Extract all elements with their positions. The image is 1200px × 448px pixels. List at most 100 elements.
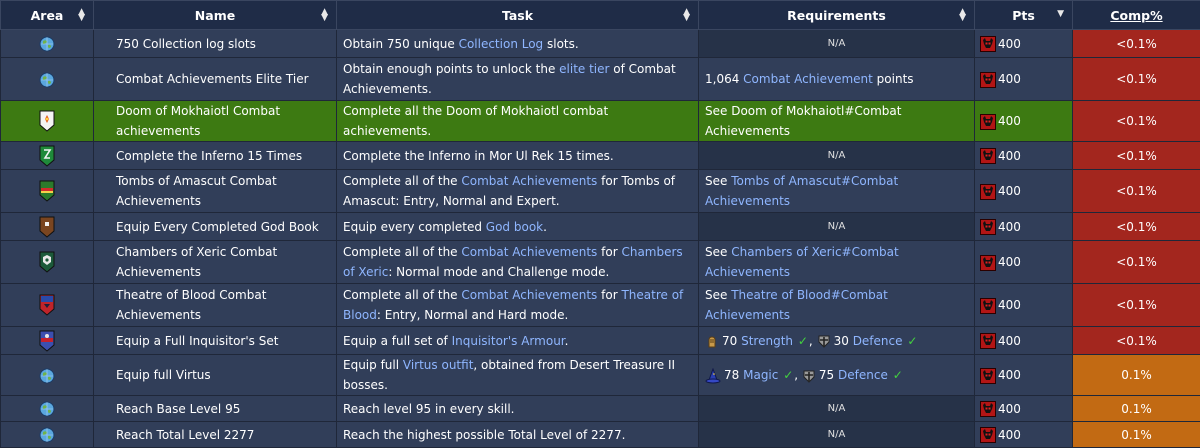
task-text: : Entry, Normal and Hard mode. [377, 308, 568, 322]
check-icon: ✓ [893, 368, 903, 382]
task-link[interactable]: Combat Achievements [461, 245, 597, 259]
requirements-header-label: Requirements [787, 8, 886, 23]
skill-link[interactable]: Defence [838, 368, 888, 382]
task-link[interactable]: Combat Achievements [461, 174, 597, 188]
strength-icon [705, 334, 719, 348]
misthalin-shield-icon[interactable] [39, 216, 55, 238]
points-cell: 400 [975, 284, 1073, 327]
requirement-text: See [705, 174, 731, 188]
points-value: 400 [998, 298, 1021, 312]
task-header-label: Task [502, 8, 533, 23]
morytania-shield-icon[interactable] [39, 294, 55, 316]
points-cell: 400 [975, 30, 1073, 58]
task-link[interactable]: Inquisitor's Armour [452, 334, 565, 348]
kourend-shield-icon[interactable] [39, 251, 55, 273]
globe-icon[interactable] [39, 427, 55, 443]
points-value: 400 [998, 402, 1021, 416]
points-cell: 400 [975, 422, 1073, 448]
requirement-text: See [705, 245, 731, 259]
requirement-text: See [705, 288, 731, 302]
karamja-shield-icon[interactable] [39, 145, 55, 167]
points-cell: 400 [975, 142, 1073, 170]
points-value: 400 [998, 255, 1021, 269]
skill-separator: , [809, 334, 813, 348]
area-cell [1, 422, 94, 448]
check-icon: ✓ [907, 334, 917, 348]
globe-icon[interactable] [39, 36, 55, 52]
points-value: 400 [998, 428, 1021, 442]
name-header-label: Name [195, 8, 235, 23]
demon-points-icon [980, 255, 996, 271]
requirement-text: See Doom of Mokhaiotl#Combat Achievement… [705, 104, 901, 138]
task-name-cell: Chambers of Xeric Combat Achievements [94, 241, 337, 284]
skill-link[interactable]: Magic [743, 368, 778, 382]
task-text: . [565, 334, 569, 348]
points-cell: 400 [975, 58, 1073, 101]
task-text: Complete all of the [343, 245, 461, 259]
task-description-cell: Reach the highest possible Total Level o… [337, 422, 699, 448]
points-cell: 400 [975, 355, 1073, 396]
task-name-cell: Equip full Virtus [94, 355, 337, 396]
requirement-link[interactable]: Theatre of Blood#Combat Achievements [705, 288, 888, 322]
area-cell [1, 142, 94, 170]
task-description-cell: Obtain enough points to unlock the elite… [337, 58, 699, 101]
task-text: Equip full [343, 358, 403, 372]
comp-header-label: Comp% [1110, 8, 1162, 23]
requirements-cell: See Tombs of Amascut#Combat Achievements [699, 170, 975, 213]
completion-percent-cell: <0.1% [1073, 170, 1200, 213]
desert-shield-icon[interactable] [39, 180, 55, 202]
completion-percent-cell: <0.1% [1073, 30, 1200, 58]
completion-percent-cell: 0.1% [1073, 422, 1200, 448]
column-header-area[interactable]: Area ▲▼ [1, 1, 94, 30]
task-name-cell: Tombs of Amascut Combat Achievements [94, 170, 337, 213]
demon-points-icon [980, 219, 996, 235]
task-text: Complete all the Doom of Mokhaiotl comba… [343, 104, 608, 138]
globe-icon[interactable] [39, 401, 55, 417]
sort-toggle-icon: ▲▼ [959, 9, 966, 21]
demon-points-icon [980, 148, 996, 164]
area-cell [1, 241, 94, 284]
task-description-cell: Equip a full set of Inquisitor's Armour. [337, 327, 699, 355]
area-cell [1, 101, 94, 142]
completion-percent-cell: <0.1% [1073, 327, 1200, 355]
column-header-requirements[interactable]: Requirements ▲▼ [699, 1, 975, 30]
area-cell [1, 355, 94, 396]
skill-link[interactable]: Defence [853, 334, 903, 348]
globe-icon[interactable] [39, 72, 55, 88]
task-link[interactable]: elite tier [559, 62, 609, 76]
task-name-cell: Reach Total Level 2277 [94, 422, 337, 448]
requirement-link[interactable]: Tombs of Amascut#Combat Achievements [705, 174, 898, 208]
task-description-cell: Obtain 750 unique Collection Log slots. [337, 30, 699, 58]
requirement-link[interactable]: Chambers of Xeric#Combat Achievements [705, 245, 899, 279]
skill-link[interactable]: Strength [741, 334, 793, 348]
sort-toggle-icon: ▲▼ [78, 9, 85, 21]
pts-header-label: Pts [1012, 8, 1035, 23]
points-cell: 400 [975, 101, 1073, 142]
task-link[interactable]: Collection Log [459, 37, 544, 51]
demon-points-icon [980, 36, 996, 52]
column-header-pts[interactable]: Pts ▼ [975, 1, 1073, 30]
requirements-na-cell: N/A [699, 422, 975, 448]
task-link[interactable]: Combat Achievements [461, 288, 597, 302]
task-link[interactable]: God book [486, 220, 543, 234]
column-header-name[interactable]: Name ▲▼ [94, 1, 337, 30]
requirement-link[interactable]: Combat Achievement [743, 72, 873, 86]
task-text: for [597, 245, 621, 259]
task-text: Complete all of the [343, 174, 461, 188]
column-header-comp[interactable]: Comp% [1073, 1, 1200, 30]
points-value: 400 [998, 72, 1021, 86]
varlamore-shield-icon[interactable] [39, 330, 55, 352]
task-link[interactable]: Virtus outfit [403, 358, 474, 372]
demon-points-icon [980, 114, 996, 130]
area-cell [1, 327, 94, 355]
points-value: 400 [998, 220, 1021, 234]
table-body: 750 Collection log slotsObtain 750 uniqu… [1, 30, 1200, 448]
task-description-cell: Reach level 95 in every skill. [337, 396, 699, 422]
column-header-task[interactable]: Task ▲▼ [337, 1, 699, 30]
doom-shield-icon[interactable] [39, 110, 55, 132]
table-row: Reach Base Level 95Reach level 95 in eve… [1, 396, 1200, 422]
globe-icon[interactable] [39, 368, 55, 384]
sort-toggle-icon: ▲▼ [321, 9, 328, 21]
table-row: Combat Achievements Elite TierObtain eno… [1, 58, 1200, 101]
task-description-cell: Complete all of the Combat Achievements … [337, 284, 699, 327]
